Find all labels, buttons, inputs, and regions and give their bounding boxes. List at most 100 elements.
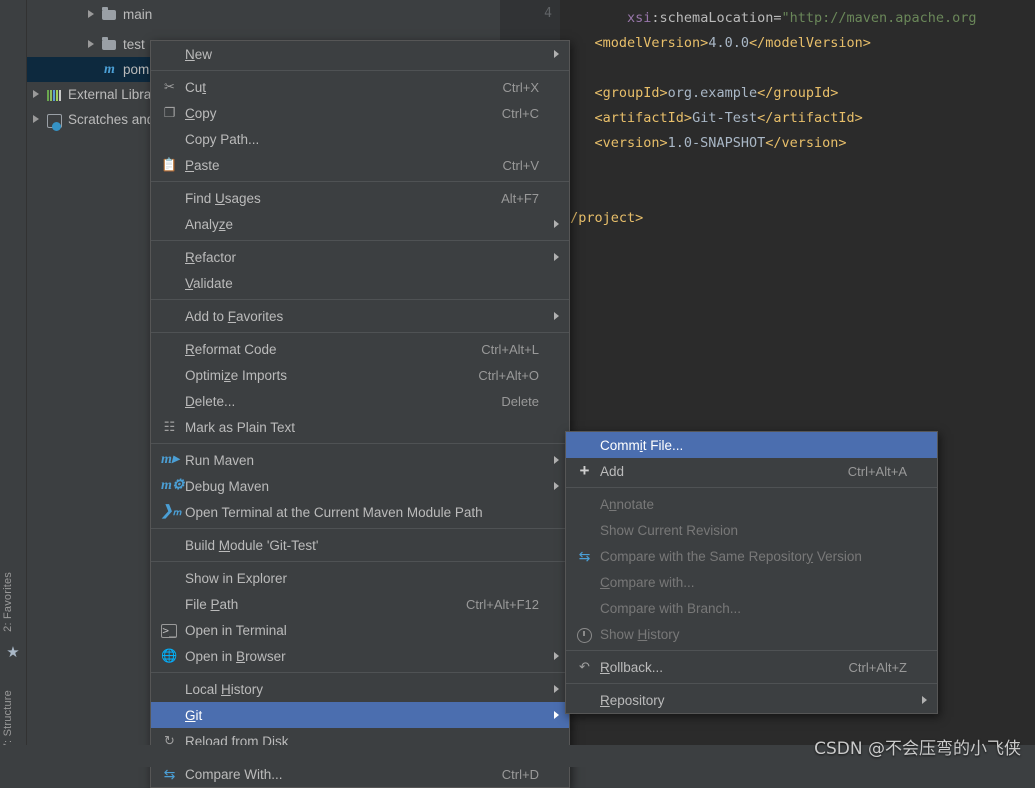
menu-item-label: Rollback... [600, 659, 664, 675]
blank-icon [159, 249, 181, 265]
menu-optimize-imports[interactable]: Optimize Imports Ctrl+Alt+O [151, 362, 569, 388]
menu-item-label: Git [185, 707, 203, 723]
blank-icon [159, 216, 181, 232]
menu-paste[interactable]: 📋 Paste Ctrl+V [151, 152, 569, 178]
menu-item-shortcut: Ctrl+Alt+Z [848, 659, 907, 675]
expand-arrow-icon[interactable] [86, 39, 97, 50]
expand-arrow-icon[interactable] [31, 89, 42, 100]
tree-item-label: test [123, 37, 145, 52]
folder-icon [101, 37, 118, 53]
blank-icon [549, 157, 559, 173]
terminal-icon: >_ [161, 624, 177, 638]
menu-separator [151, 332, 569, 333]
file-context-menu[interactable]: New ✂ Cut Ctrl+X ❐ Copy Ctrl+C Copy Path... 📋 Pas… [150, 40, 570, 788]
blank-icon [159, 308, 181, 324]
menu-delete[interactable]: Delete... Delete [151, 388, 569, 414]
paste-icon: 📋 [161, 157, 178, 172]
submenu-arrow-icon [549, 707, 559, 723]
git-submenu[interactable]: Commit File... + Add Ctrl+Alt+A Annotate Show… [565, 431, 938, 714]
submenu-arrow-icon [549, 478, 559, 494]
blank-icon [917, 548, 927, 564]
menu-local-history[interactable]: Local History [151, 676, 569, 702]
menu-open-in-browser[interactable]: 🌐 Open in Browser [151, 643, 569, 669]
menu-separator [151, 561, 569, 562]
menu-find-usages[interactable]: Find Usages Alt+F7 [151, 185, 569, 211]
menu-item-label: Analyze [185, 216, 234, 232]
submenu-arrow-icon [917, 692, 927, 708]
menu-item-shortcut: Ctrl+Alt+L [481, 341, 539, 357]
code-line: </project> [562, 210, 644, 226]
tool-window-favorites[interactable]: 2: Favorites [2, 572, 14, 632]
menu-item-label: Compare With... [185, 766, 283, 782]
menu-refactor[interactable]: Refactor [151, 244, 569, 270]
menu-run-maven[interactable]: m▸ Run Maven [151, 447, 569, 473]
copy-icon: ❐ [163, 105, 176, 120]
menu-item-label: Open in Terminal [185, 622, 287, 638]
menu-item-label: Show History [600, 626, 680, 642]
tool-window-structure[interactable]: 7: Structure [2, 690, 14, 749]
blank-icon [549, 190, 559, 206]
menu-separator [151, 672, 569, 673]
expand-arrow-icon[interactable] [31, 114, 42, 125]
blank-icon [549, 131, 559, 147]
git-compare-with: Compare with... [566, 569, 937, 595]
maven-debug-icon: m⚙ [161, 478, 185, 493]
ide-window: 4 xsi:schemaLocation="http://maven.apach… [0, 0, 1035, 788]
menu-item-label: Repository [600, 692, 665, 708]
menu-item-label: Compare with the Same Repository Version [600, 548, 862, 564]
menu-copy-path[interactable]: Copy Path... [151, 126, 569, 152]
tree-item-label: main [123, 7, 153, 22]
submenu-arrow-icon [549, 452, 559, 468]
git-rollback[interactable]: ↶ Rollback... Ctrl+Alt+Z [566, 654, 937, 680]
git-compare-with-the-same-repository-version: ⇆ Compare with the Same Repository Versio… [566, 543, 937, 569]
menu-item-label: Copy [185, 105, 217, 121]
git-commit-file[interactable]: Commit File... [566, 432, 937, 458]
menu-item-label: Show in Explorer [185, 570, 288, 586]
blank-icon [549, 504, 559, 520]
git-add[interactable]: + Add Ctrl+Alt+A [566, 458, 937, 484]
menu-item-label: Show Current Revision [600, 522, 739, 538]
browser-icon: 🌐 [161, 648, 178, 663]
menu-new[interactable]: New [151, 41, 569, 67]
menu-git[interactable]: Git [151, 702, 569, 728]
menu-item-shortcut: Ctrl+Alt+O [478, 367, 539, 383]
menu-file-path[interactable]: File Path Ctrl+Alt+F12 [151, 591, 569, 617]
scratches-icon [46, 112, 63, 131]
tree-item-main[interactable]: main [26, 2, 500, 27]
menu-item-label: File Path [185, 596, 239, 612]
git-show-history: Show History [566, 621, 937, 647]
clock-icon [574, 626, 596, 643]
menu-validate[interactable]: Validate [151, 270, 569, 296]
git-compare-with-branch: Compare with Branch... [566, 595, 937, 621]
menu-item-label: Debug Maven [185, 478, 270, 494]
menu-show-in-explorer[interactable]: Show in Explorer [151, 565, 569, 591]
menu-add-to-favorites[interactable]: Add to Favorites [151, 303, 569, 329]
git-repository[interactable]: Repository [566, 687, 937, 713]
blank-icon [159, 596, 181, 612]
menu-copy[interactable]: ❐ Copy Ctrl+C [151, 100, 569, 126]
menu-item-label: Cut [185, 79, 207, 95]
expand-arrow-icon[interactable] [86, 9, 97, 20]
menu-item-label: Add [600, 463, 625, 479]
menu-debug-maven[interactable]: m⚙ Debug Maven [151, 473, 569, 499]
menu-open-terminal-at-the-current-maven-module-path[interactable]: ❯ₘ Open Terminal at the Current Maven Mod… [151, 499, 569, 525]
menu-item-label: Copy Path... [185, 131, 260, 147]
menu-analyze[interactable]: Analyze [151, 211, 569, 237]
git-show-current-revision: Show Current Revision [566, 517, 937, 543]
menu-cut[interactable]: ✂ Cut Ctrl+X [151, 74, 569, 100]
menu-reformat-code[interactable]: Reformat Code Ctrl+Alt+L [151, 336, 569, 362]
blank-icon [917, 574, 927, 590]
submenu-arrow-icon [549, 681, 559, 697]
menu-mark-as-plain-text[interactable]: ☷ Mark as Plain Text [151, 414, 569, 440]
code-line: <modelVersion>4.0.0</modelVersion> [594, 35, 871, 51]
blank-icon [549, 570, 559, 586]
menu-build-module-git-test[interactable]: Build Module 'Git-Test' [151, 532, 569, 558]
menu-item-shortcut: Delete [501, 393, 539, 409]
maven-terminal-icon: ❯ₘ [161, 504, 182, 519]
menu-item-label: Add to Favorites [185, 308, 284, 324]
menu-open-in-terminal[interactable]: >_ Open in Terminal [151, 617, 569, 643]
menu-item-shortcut: Ctrl+X [502, 79, 539, 95]
blank-icon [574, 574, 596, 590]
watermark: CSDN @不会压弯的小飞侠 [814, 739, 1021, 759]
blank-icon [917, 437, 927, 453]
